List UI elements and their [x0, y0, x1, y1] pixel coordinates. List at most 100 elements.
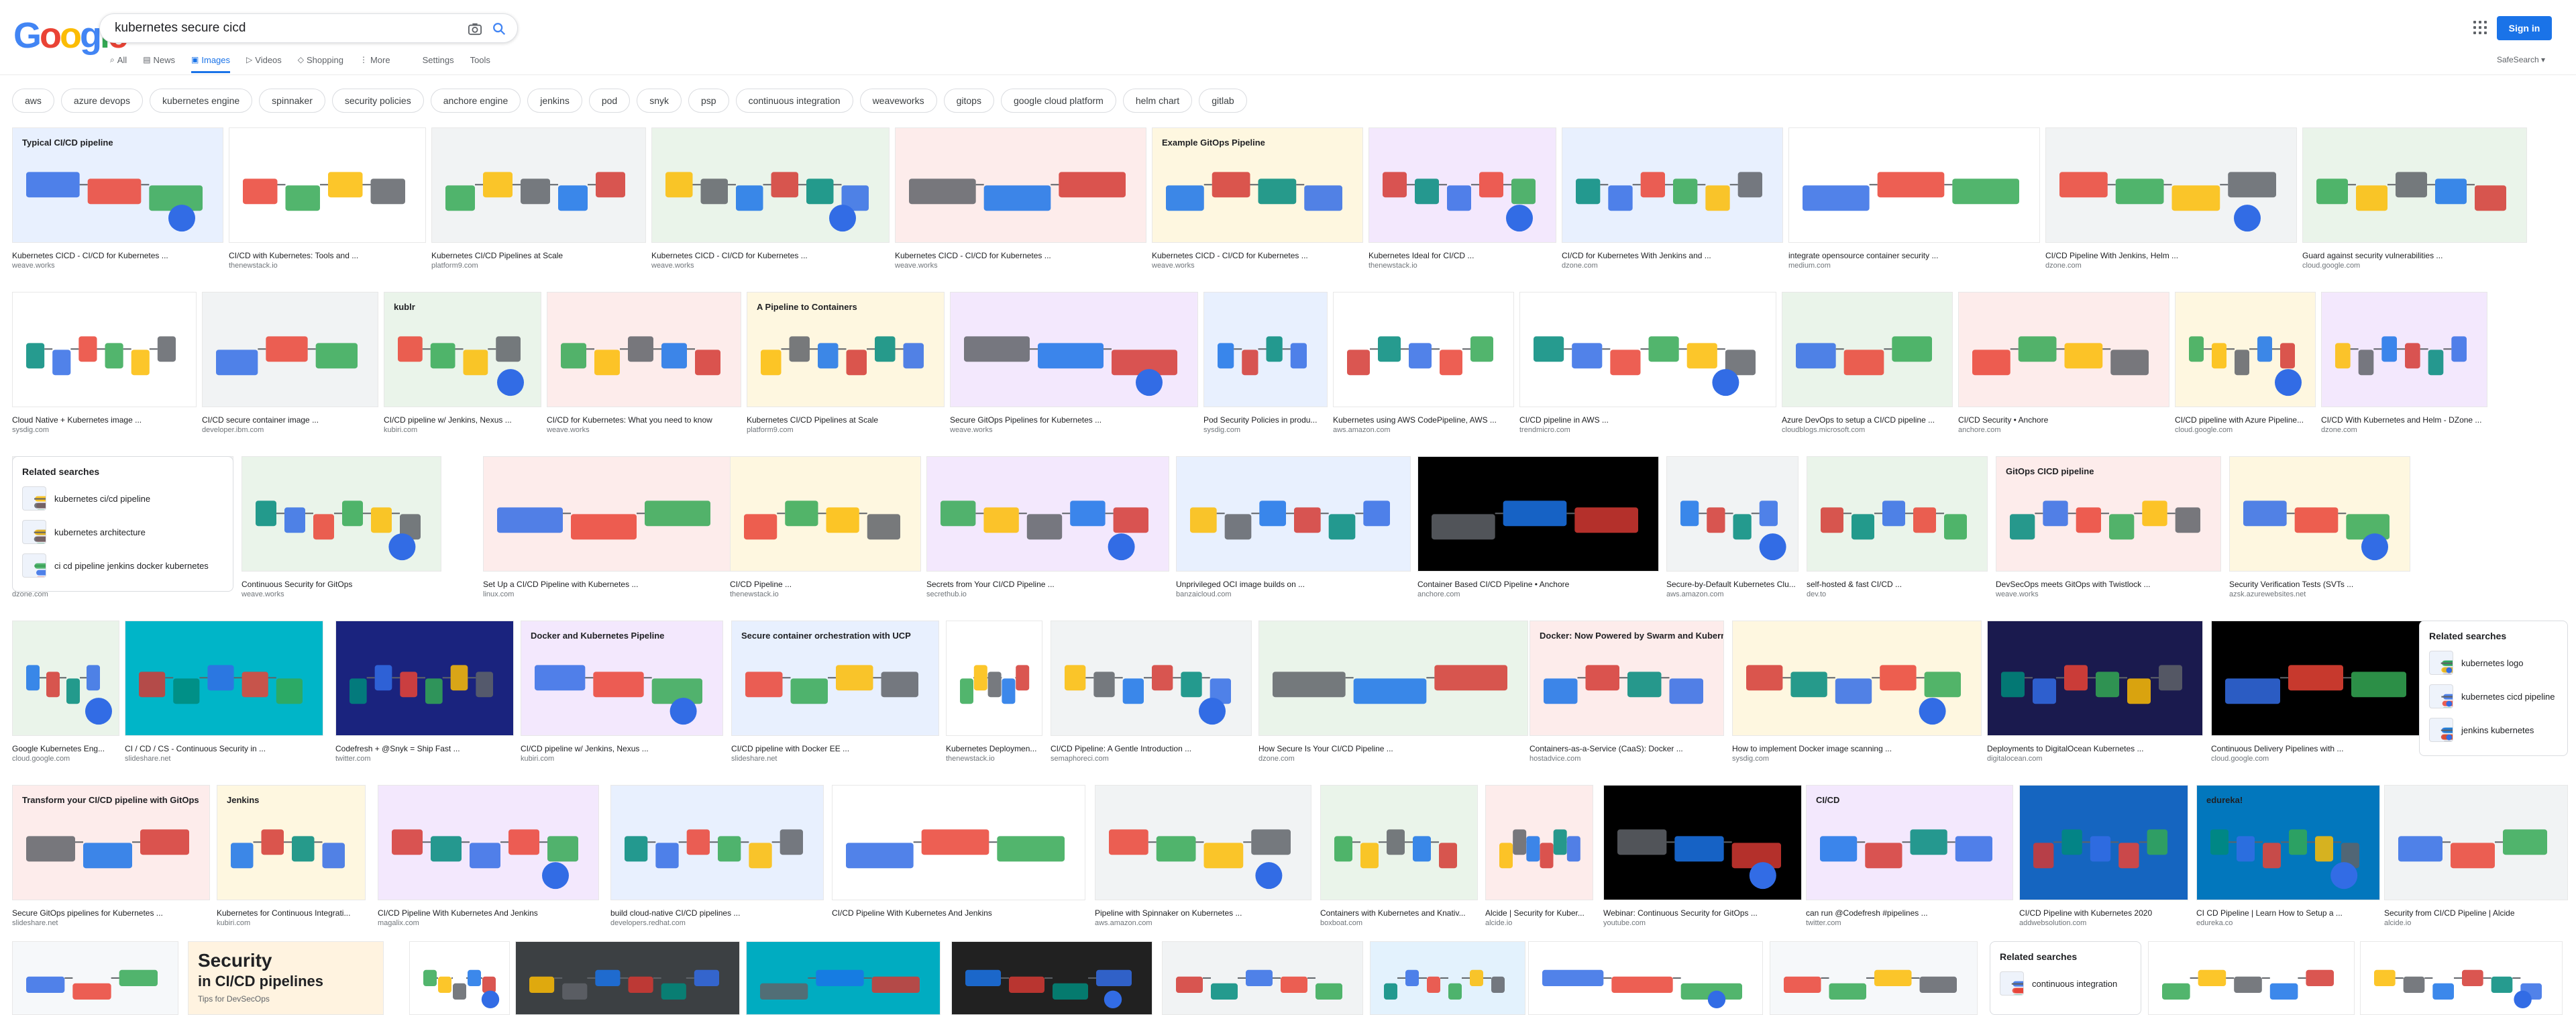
- image-thumbnail[interactable]: [431, 127, 646, 243]
- image-result[interactable]: [746, 941, 941, 1015]
- image-result[interactable]: A Pipeline to Containers Kubernetes CI/CD…: [747, 292, 945, 435]
- image-thumbnail[interactable]: [2302, 127, 2527, 243]
- image-caption[interactable]: Containers with Kubernetes and Knativ...: [1320, 908, 1478, 918]
- image-result[interactable]: Webinar: Continuous Security for GitOps …: [1603, 785, 1802, 928]
- image-thumbnail[interactable]: Transform your CI/CD pipeline with GitOp…: [12, 785, 210, 900]
- image-thumbnail[interactable]: [2045, 127, 2297, 243]
- image-caption[interactable]: Containers-as-a-Service (CaaS): Docker .…: [1529, 744, 1724, 753]
- image-thumbnail[interactable]: [1320, 785, 1478, 900]
- image-caption[interactable]: Continuous Security for GitOps: [241, 580, 441, 589]
- image-caption[interactable]: CI CD Pipeline | Learn How to Setup a ..…: [2196, 908, 2380, 918]
- image-thumbnail[interactable]: [2321, 292, 2487, 407]
- image-caption[interactable]: Pod Security Policies in produ...: [1203, 415, 1328, 425]
- related-search-item[interactable]: kubernetes architecture: [22, 520, 233, 544]
- image-result[interactable]: Jenkins Kubernetes for Continuous Integra…: [217, 785, 366, 928]
- image-result[interactable]: CI / CD / CS - Continuous Security in ..…: [125, 621, 323, 764]
- image-caption[interactable]: CI/CD with Kubernetes: Tools and ...: [229, 251, 426, 260]
- image-thumbnail[interactable]: [12, 292, 197, 407]
- image-caption[interactable]: Unprivileged OCI image builds on ...: [1176, 580, 1411, 589]
- image-thumbnail[interactable]: [1528, 941, 1763, 1015]
- image-result[interactable]: build cloud-native CI/CD pipelines ... de…: [610, 785, 824, 928]
- image-thumbnail[interactable]: [730, 456, 921, 572]
- image-thumbnail[interactable]: [1603, 785, 1802, 900]
- image-thumbnail[interactable]: [483, 456, 731, 572]
- image-result[interactable]: Security Verification Tests (SVTs ... azs…: [2229, 456, 2410, 600]
- image-caption[interactable]: Container Based CI/CD Pipeline • Anchore: [1417, 580, 1659, 589]
- related-search-item[interactable]: jenkins kubernetes: [2429, 718, 2567, 742]
- image-caption[interactable]: Kubernetes Deploymen...: [946, 744, 1042, 753]
- image-thumbnail[interactable]: [610, 785, 824, 900]
- image-thumbnail[interactable]: Typical CI/CD pipeline: [12, 127, 223, 243]
- image-thumbnail[interactable]: [1666, 456, 1799, 572]
- image-result[interactable]: Set Up a CI/CD Pipeline with Kubernetes …: [483, 456, 731, 600]
- image-caption[interactable]: Set Up a CI/CD Pipeline with Kubernetes …: [483, 580, 731, 589]
- image-result[interactable]: How Secure Is Your CI/CD Pipeline ... dzo…: [1258, 621, 1528, 764]
- image-caption[interactable]: CI/CD pipeline with Docker EE ...: [731, 744, 939, 753]
- search-icon[interactable]: [492, 21, 506, 36]
- image-thumbnail[interactable]: [1519, 292, 1776, 407]
- image-result[interactable]: Cloud Native + Kubernetes image ... sysdi…: [12, 292, 197, 435]
- image-result[interactable]: CI/CD Security • Anchore anchore.com: [1958, 292, 2169, 435]
- chip-spinnaker[interactable]: spinnaker: [259, 89, 325, 113]
- image-result[interactable]: Guard against security vulnerabilities .…: [2302, 127, 2527, 271]
- image-caption[interactable]: CI/CD Pipeline ...: [730, 580, 921, 589]
- tab-images[interactable]: ▣ Images: [191, 51, 230, 73]
- image-result[interactable]: How to implement Docker image scanning .…: [1732, 621, 1982, 764]
- image-thumbnail[interactable]: [1782, 292, 1953, 407]
- chip-snyk[interactable]: snyk: [637, 89, 682, 113]
- chip-gitops[interactable]: gitops: [943, 89, 994, 113]
- image-thumbnail[interactable]: [1333, 292, 1514, 407]
- image-result[interactable]: [1770, 941, 1978, 1015]
- image-thumbnail[interactable]: [1203, 292, 1328, 407]
- image-caption[interactable]: Kubernetes for Continuous Integrati...: [217, 908, 366, 918]
- image-result[interactable]: Kubernetes Deploymen... thenewstack.io: [946, 621, 1042, 764]
- image-caption[interactable]: Pipeline with Spinnaker on Kubernetes ..…: [1095, 908, 1311, 918]
- image-result[interactable]: Security from CI/CD Pipeline | Alcide alc…: [2384, 785, 2568, 928]
- image-caption[interactable]: CI/CD pipeline in AWS ...: [1519, 415, 1776, 425]
- image-result[interactable]: [2360, 941, 2563, 1015]
- image-caption[interactable]: Continuous Delivery Pipelines with ...: [2211, 744, 2427, 753]
- chip-google-cloud-platform[interactable]: google cloud platform: [1000, 89, 1116, 113]
- image-thumbnail[interactable]: [895, 127, 1146, 243]
- image-caption[interactable]: Deployments to DigitalOcean Kubernetes .…: [1987, 744, 2203, 753]
- image-caption[interactable]: CI / CD / CS - Continuous Security in ..…: [125, 744, 323, 753]
- related-search-item[interactable]: kubernetes logo: [2429, 651, 2567, 675]
- image-result[interactable]: Secure-by-Default Kubernetes Clu... aws.a…: [1666, 456, 1799, 600]
- search-box[interactable]: kubernetes secure cicd: [99, 13, 518, 43]
- image-caption[interactable]: CI/CD for Kubernetes: What you need to k…: [547, 415, 741, 425]
- image-thumbnail[interactable]: [1258, 621, 1528, 736]
- image-caption[interactable]: CI/CD pipeline w/ Jenkins, Nexus ...: [521, 744, 723, 753]
- tab-all[interactable]: ⌕ All: [110, 51, 127, 68]
- image-result[interactable]: Codefresh + @Snyk = Ship Fast ... twitter…: [335, 621, 514, 764]
- image-result[interactable]: CI/CD With Kubernetes and Helm - DZone .…: [2321, 292, 2487, 435]
- image-caption[interactable]: Cloud Native + Kubernetes image ...: [12, 415, 197, 425]
- chip-aws[interactable]: aws: [12, 89, 54, 113]
- image-caption[interactable]: CI/CD Pipeline: A Gentle Introduction ..…: [1051, 744, 1252, 753]
- image-result[interactable]: Docker and Kubernetes Pipeline CI/CD pipe…: [521, 621, 723, 764]
- image-caption[interactable]: Secure GitOps pipelines for Kubernetes .…: [12, 908, 210, 918]
- image-result[interactable]: Alcide | Security for Kuber... alcide.io: [1485, 785, 1593, 928]
- image-thumbnail[interactable]: [1987, 621, 2203, 736]
- image-thumbnail[interactable]: [515, 941, 740, 1015]
- image-thumbnail[interactable]: [335, 621, 514, 736]
- image-result[interactable]: kublr CI/CD pipeline w/ Jenkins, Nexus ..…: [384, 292, 541, 435]
- image-thumbnail[interactable]: [951, 941, 1152, 1015]
- chip-gitlab[interactable]: gitlab: [1199, 89, 1247, 113]
- image-thumbnail[interactable]: [1807, 456, 1988, 572]
- image-thumbnail[interactable]: [2175, 292, 2316, 407]
- image-thumbnail[interactable]: [202, 292, 378, 407]
- image-thumbnail[interactable]: [1732, 621, 1982, 736]
- image-result[interactable]: CI/CD can run @Codefresh #pipelines ... tw…: [1806, 785, 2013, 928]
- image-thumbnail[interactable]: [950, 292, 1198, 407]
- image-result[interactable]: Kubernetes CICD - CI/CD for Kubernetes .…: [651, 127, 890, 271]
- image-result[interactable]: [951, 941, 1152, 1015]
- image-caption[interactable]: CI/CD secure container image ...: [202, 415, 378, 425]
- image-caption[interactable]: Azure DevOps to setup a CI/CD pipeline .…: [1782, 415, 1953, 425]
- image-thumbnail[interactable]: [926, 456, 1169, 572]
- image-thumbnail[interactable]: [1958, 292, 2169, 407]
- image-thumbnail[interactable]: [651, 127, 890, 243]
- image-result[interactable]: CI/CD secure container image ... develope…: [202, 292, 378, 435]
- image-caption[interactable]: Security Verification Tests (SVTs ...: [2229, 580, 2410, 589]
- image-thumbnail[interactable]: [832, 785, 1085, 900]
- image-result[interactable]: CI/CD Pipeline With Jenkins, Helm ... dzo…: [2045, 127, 2297, 271]
